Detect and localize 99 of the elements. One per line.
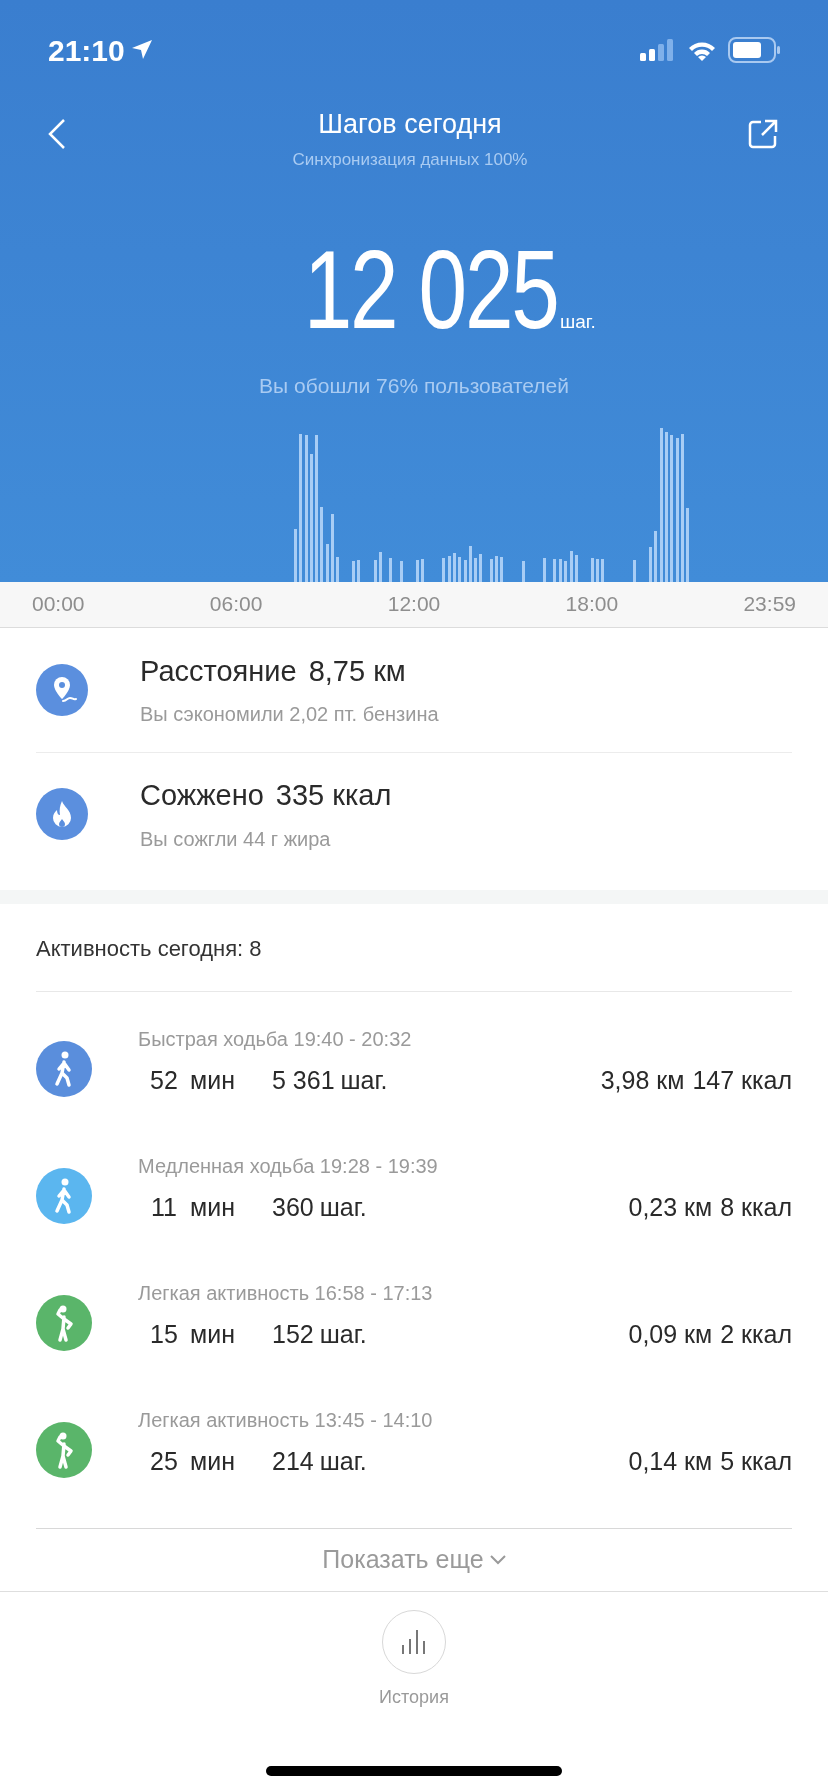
steps-unit: шаг. xyxy=(319,1192,367,1224)
walking-person-icon xyxy=(36,1041,92,1097)
activity-heading: Активность сегодня: 8 xyxy=(36,934,262,963)
histogram-bar xyxy=(543,557,546,582)
histogram-bar xyxy=(352,560,355,582)
walking-person-icon xyxy=(36,1168,92,1224)
histogram-bar xyxy=(654,530,657,582)
steps-unit: шаг. xyxy=(319,1446,367,1478)
activity-calories: 5 ккал xyxy=(720,1446,792,1478)
activity-steps: 5 361 xyxy=(272,1062,335,1100)
activity-title: Быстрая ходьба 19:40 - 20:32 xyxy=(138,1027,413,1053)
stat-value: 335 ккал xyxy=(275,778,392,814)
signal-icon xyxy=(640,38,676,62)
sync-status: Синхронизация данных 100% xyxy=(292,148,528,171)
histogram-bar xyxy=(601,558,604,582)
step-unit: шаг. xyxy=(560,309,596,334)
activity-steps: 360 xyxy=(272,1189,314,1227)
minutes-unit: мин xyxy=(190,1319,236,1351)
activity-minutes: 11 xyxy=(150,1192,178,1224)
histogram-bar xyxy=(553,558,556,582)
histogram-bar xyxy=(633,559,636,582)
histogram-bar xyxy=(453,552,456,582)
back-chevron-icon xyxy=(48,118,66,150)
minutes-unit: мин xyxy=(190,1192,236,1224)
activity-steps: 152 xyxy=(272,1316,314,1354)
time-axis-label: 06:00 xyxy=(209,591,263,618)
activity-distance: 3,98 км xyxy=(600,1065,685,1097)
activity-minutes: 15 xyxy=(149,1319,179,1351)
comparison-text: Вы обошли 76% пользователей xyxy=(259,373,569,399)
chevron-down-icon xyxy=(489,1554,506,1565)
histogram-bar xyxy=(522,560,525,582)
minutes-unit: мин xyxy=(190,1446,236,1478)
histogram-bar xyxy=(416,559,419,582)
time-axis-label: 00:00 xyxy=(32,591,85,618)
histogram-bar xyxy=(490,558,493,582)
histogram-bar xyxy=(591,557,594,582)
stretching-person-icon xyxy=(36,1295,92,1351)
histogram-bar xyxy=(421,558,424,582)
histogram-bar xyxy=(495,555,498,582)
time-axis-label: 18:00 xyxy=(565,591,619,618)
histogram-bar xyxy=(326,543,329,582)
activity-row[interactable]: Медленная ходьба 19:28 - 19:39 11 мин 360 шаг. 0,23 км 8 ккал xyxy=(36,1132,792,1260)
histogram-bar xyxy=(400,560,403,582)
steps-unit: шаг. xyxy=(340,1065,388,1097)
activity-row[interactable]: Легкая активность 16:58 - 17:13 15 мин 152 шаг. 0,09 км 2 ккал xyxy=(36,1259,792,1387)
activity-distance: 0,09 км xyxy=(628,1319,713,1351)
activity-minutes: 52 xyxy=(149,1065,179,1097)
battery-icon xyxy=(728,37,780,63)
activity-distance: 0,23 км xyxy=(628,1192,713,1224)
activity-calories: 147 ккал xyxy=(692,1065,792,1097)
activity-title: Медленная ходьба 19:28 - 19:39 xyxy=(138,1154,439,1180)
activity-title: Легкая активность 16:58 - 17:13 xyxy=(138,1281,434,1307)
activity-distance: 0,14 км xyxy=(628,1446,713,1478)
histogram-bar xyxy=(458,556,461,582)
activity-row[interactable]: Быстрая ходьба 19:40 - 20:32 52 мин 5 361 шаг. 3,98 км 147 ккал xyxy=(36,1005,792,1133)
status-time: 21:10 xyxy=(48,32,125,69)
stat-note: Вы сожгли 44 г жира xyxy=(140,826,332,852)
step-count: 12 025 xyxy=(303,240,559,340)
histogram-bar xyxy=(469,545,472,582)
minutes-unit: мин xyxy=(190,1065,236,1097)
histogram-bar xyxy=(596,558,599,582)
histogram-bar xyxy=(649,546,652,582)
histogram-bar xyxy=(479,553,482,582)
activity-steps: 214 xyxy=(272,1443,314,1481)
histogram-bar xyxy=(448,555,451,582)
histogram-bar xyxy=(336,556,339,582)
histogram-bar xyxy=(575,554,578,582)
activity-title: Легкая активность 13:45 - 14:10 xyxy=(138,1408,434,1434)
histogram-bar xyxy=(442,557,445,582)
histogram-bar xyxy=(570,550,573,582)
time-axis-label: 23:59 xyxy=(743,591,796,618)
activity-row[interactable]: Легкая активность 13:45 - 14:10 25 мин 214 шаг. 0,14 км 5 ккал xyxy=(36,1386,792,1514)
histogram-bar xyxy=(464,559,467,582)
steps-unit: шаг. xyxy=(319,1319,367,1351)
time-axis-label: 12:00 xyxy=(387,591,441,618)
histogram-bar xyxy=(357,559,360,582)
histogram-bar xyxy=(389,557,392,582)
histogram-bar xyxy=(379,551,382,582)
flame-icon xyxy=(36,788,88,840)
stat-label: Сожжено xyxy=(140,778,264,814)
histogram-bar xyxy=(474,557,477,582)
stat-label: Расстояние xyxy=(140,653,297,689)
activity-calories: 8 ккал xyxy=(720,1192,792,1224)
bar-chart-icon xyxy=(401,1628,427,1655)
stat-note: Вы сэкономили 2,02 пт. бензина xyxy=(140,702,439,728)
page-title: Шагов сегодня xyxy=(318,108,502,141)
share-icon xyxy=(748,119,778,149)
stat-value: 8,75 км xyxy=(308,653,406,689)
activity-minutes: 25 xyxy=(149,1446,179,1478)
activity-calories: 2 ккал xyxy=(720,1319,792,1351)
location-pin-icon xyxy=(36,663,88,716)
histogram-bar xyxy=(500,556,503,582)
histogram-bar xyxy=(294,528,297,582)
histogram-bar xyxy=(331,513,334,582)
histogram-bar xyxy=(564,560,567,582)
location-arrow-icon xyxy=(130,39,153,61)
stretching-person-icon xyxy=(36,1422,92,1478)
histogram-bar xyxy=(559,558,562,582)
histogram-bar xyxy=(374,559,377,582)
